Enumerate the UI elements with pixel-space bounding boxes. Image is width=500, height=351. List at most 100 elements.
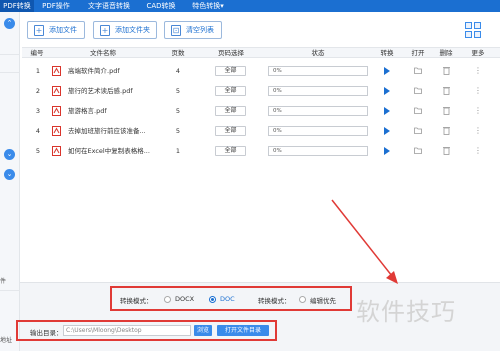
tab-pdf-operations[interactable]: PDF操作	[36, 0, 76, 12]
output-dir-label: 输出目录：	[30, 329, 63, 337]
row-number: 1	[35, 67, 41, 75]
convert-play-icon[interactable]	[384, 87, 390, 95]
add-folder-button[interactable]: + 添加文件夹	[93, 21, 157, 39]
top-tab-bar: PDF转换 PDF操作 文字语音转换 CAD转换 特色转换▾	[0, 0, 500, 12]
col-header-status: 状态	[311, 49, 325, 57]
open-folder-icon[interactable]	[414, 107, 422, 114]
open-folder-icon[interactable]	[414, 147, 422, 154]
pdf-file-icon	[52, 66, 61, 76]
more-options-icon[interactable]: ⋮	[474, 61, 482, 81]
convert-mode2-label: 转换模式：	[258, 297, 291, 305]
table-row[interactable]: 3 旅游格言.pdf 5 全部 0% ⋮	[22, 101, 500, 121]
progress-bar: 0%	[268, 106, 368, 116]
clear-list-label: 清空列表	[186, 26, 214, 34]
page-select-button[interactable]: 全部	[215, 146, 246, 156]
table-row[interactable]: 5 如何在Excel中复制表格格... 1 全部 0% ⋮	[22, 141, 500, 161]
table-row[interactable]: 2 旅行的艺术读后感.pdf 5 全部 0% ⋮	[22, 81, 500, 101]
pdf-file-icon	[52, 86, 61, 96]
file-table-header: 编号 文件名称 页数 页码选择 状态 转换 打开 删除 更多	[22, 47, 500, 58]
more-options-icon[interactable]: ⋮	[474, 121, 482, 141]
add-file-icon: +	[34, 25, 44, 36]
col-header-name: 文件名称	[90, 49, 116, 57]
file-name: 旅行的艺术读后感.pdf	[68, 87, 133, 95]
more-options-icon[interactable]: ⋮	[474, 81, 482, 101]
radio-edit-priority[interactable]	[299, 296, 306, 303]
page-select-button[interactable]: 全部	[215, 126, 246, 136]
delete-trash-icon[interactable]	[443, 86, 450, 95]
progress-text: 0%	[273, 128, 282, 134]
add-folder-icon: +	[100, 25, 110, 36]
sidebar-divider	[0, 72, 20, 73]
left-sidebar: ⌃ ⌄ ⌄ 件 地址	[0, 12, 20, 351]
file-name: 去掉加班旅行前应该准备...	[68, 127, 146, 135]
convert-play-icon[interactable]	[384, 147, 390, 155]
radio-doc[interactable]	[209, 296, 216, 303]
progress-bar: 0%	[268, 86, 368, 96]
pdf-file-icon	[52, 106, 61, 116]
add-file-label: 添加文件	[49, 26, 77, 34]
page-count: 5	[175, 87, 181, 95]
collapse-up-icon[interactable]: ⌃	[4, 18, 15, 29]
tab-special-convert[interactable]: 特色转换▾	[184, 0, 232, 12]
table-row[interactable]: 1 高端软件简介.pdf 4 全部 0% ⋮	[22, 61, 500, 81]
output-path-input[interactable]: C:\Users\Mloong\Desktop	[63, 325, 191, 336]
page-count: 4	[175, 67, 181, 75]
convert-mode-label: 转换模式：	[120, 297, 153, 305]
col-header-page-select: 页码选择	[218, 49, 244, 57]
sidebar-divider	[0, 290, 20, 291]
delete-trash-icon[interactable]	[443, 66, 450, 75]
add-file-button[interactable]: + 添加文件	[27, 21, 85, 39]
col-header-more: 更多	[471, 49, 485, 57]
page-count: 1	[175, 147, 181, 155]
page-select-button[interactable]: 全部	[215, 106, 246, 116]
open-output-dir-button[interactable]: 打开文件目录	[217, 325, 269, 336]
expand-down-icon[interactable]: ⌄	[4, 169, 15, 180]
row-number: 2	[35, 87, 41, 95]
sidebar-text-fragment: 件	[0, 278, 7, 285]
browse-button[interactable]: 浏览	[194, 325, 212, 336]
pdf-file-icon	[52, 146, 61, 156]
delete-trash-icon[interactable]	[443, 146, 450, 155]
sidebar-text-fragment: 地址	[0, 337, 13, 344]
file-name: 旅游格言.pdf	[68, 107, 107, 115]
radio-docx-label: DOCX	[175, 295, 195, 303]
watermark-text: 软件技巧	[356, 298, 456, 326]
row-number: 3	[35, 107, 41, 115]
file-name: 高端软件简介.pdf	[68, 67, 120, 75]
col-header-num: 编号	[30, 49, 44, 57]
add-folder-label: 添加文件夹	[115, 26, 150, 34]
radio-edit-priority-label: 编辑优先	[310, 297, 336, 305]
clear-list-button[interactable]: ⊡ 清空列表	[164, 21, 222, 39]
clear-list-icon: ⊡	[171, 25, 181, 36]
page-select-button[interactable]: 全部	[215, 86, 246, 96]
col-header-delete: 删除	[439, 49, 453, 57]
progress-text: 0%	[273, 68, 282, 74]
page-select-button[interactable]: 全部	[215, 66, 246, 76]
tab-cad-convert[interactable]: CAD转换	[140, 0, 182, 12]
open-folder-icon[interactable]	[414, 127, 422, 134]
sidebar-divider	[0, 54, 20, 55]
tab-pdf-convert[interactable]: PDF转换	[0, 0, 34, 12]
more-options-icon[interactable]: ⋮	[474, 141, 482, 161]
pdf-file-icon	[52, 126, 61, 136]
table-row[interactable]: 4 去掉加班旅行前应该准备... 5 全部 0% ⋮	[22, 121, 500, 141]
grid-view-icon[interactable]	[465, 22, 483, 40]
page-count: 5	[175, 107, 181, 115]
expand-down-icon[interactable]: ⌄	[4, 149, 15, 160]
col-header-pages: 页数	[171, 49, 185, 57]
open-folder-icon[interactable]	[414, 67, 422, 74]
progress-bar: 0%	[268, 126, 368, 136]
convert-play-icon[interactable]	[384, 67, 390, 75]
delete-trash-icon[interactable]	[443, 126, 450, 135]
progress-bar: 0%	[268, 66, 368, 76]
progress-text: 0%	[273, 148, 282, 154]
delete-trash-icon[interactable]	[443, 106, 450, 115]
more-options-icon[interactable]: ⋮	[474, 101, 482, 121]
open-folder-icon[interactable]	[414, 87, 422, 94]
convert-play-icon[interactable]	[384, 107, 390, 115]
file-name: 如何在Excel中复制表格格...	[68, 147, 150, 155]
page-count: 5	[175, 127, 181, 135]
radio-docx[interactable]	[164, 296, 171, 303]
tab-text-speech[interactable]: 文字语音转换	[80, 0, 138, 12]
convert-play-icon[interactable]	[384, 127, 390, 135]
